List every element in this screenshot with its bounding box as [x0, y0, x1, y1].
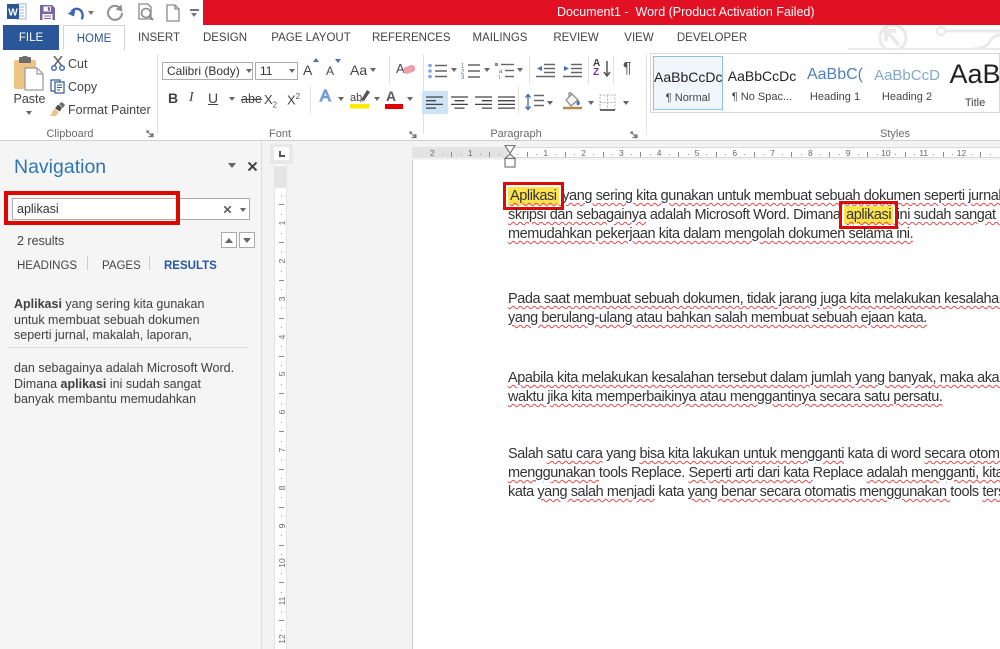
- svg-text:W: W: [8, 8, 18, 19]
- svg-text:i: i: [499, 75, 500, 79]
- svg-text:3: 3: [461, 75, 465, 79]
